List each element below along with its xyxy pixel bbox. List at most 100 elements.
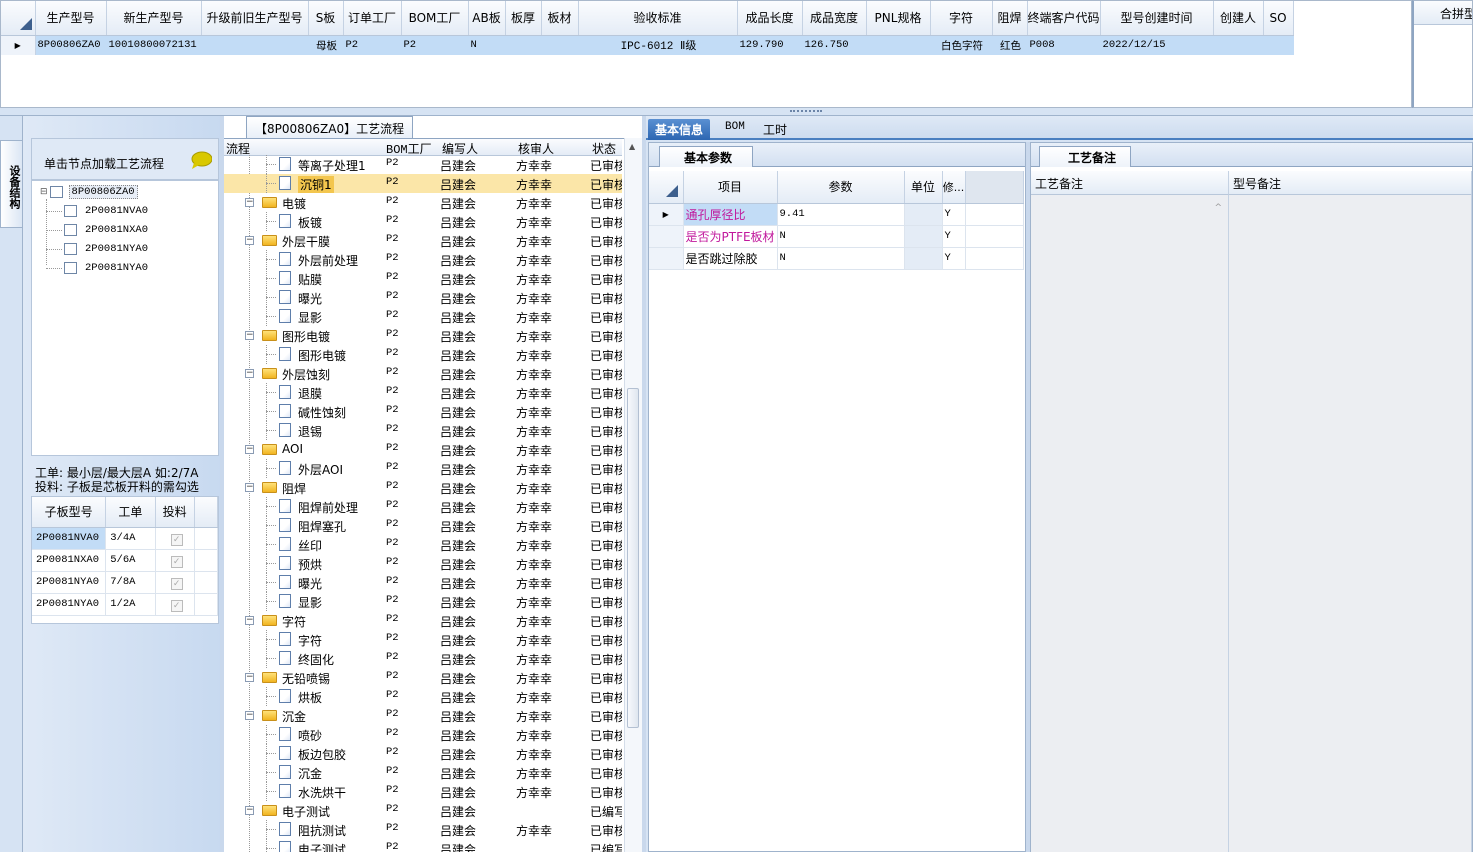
param-unit[interactable] xyxy=(904,225,943,248)
cell[interactable]: P2 xyxy=(401,35,469,55)
process-group-row[interactable]: − 外层蚀刻 P2 吕建会 方幸幸 已审核 xyxy=(224,364,622,383)
collapse-icon[interactable]: − xyxy=(245,711,254,720)
param-item[interactable]: 是否跳过除胶 xyxy=(683,247,778,270)
collapse-icon[interactable]: − xyxy=(245,616,254,625)
subboard-order[interactable]: 3/4A xyxy=(105,527,156,550)
tab-process-remarks[interactable]: 工艺备注 xyxy=(1039,146,1132,167)
col-header[interactable]: 型号创建时间 xyxy=(1100,1,1214,36)
feed-cell[interactable]: ✓ xyxy=(155,593,195,616)
process-step-row[interactable]: 沉金 P2 吕建会 方幸幸 已审核 xyxy=(224,763,622,782)
process-step-row[interactable]: 烘板 P2 吕建会 方幸幸 已审核 xyxy=(224,687,622,706)
cell[interactable]: 129.790 xyxy=(737,35,803,55)
param-unit[interactable] xyxy=(904,203,943,226)
process-step-row[interactable]: 阻焊塞孔 P2 吕建会 方幸幸 已审核 xyxy=(224,516,622,535)
process-step-row[interactable]: 退锡 P2 吕建会 方幸幸 已审核 xyxy=(224,421,622,440)
col-header[interactable]: 验收标准 xyxy=(578,1,738,36)
tree-root-node[interactable]: ⊟ 8P00806ZA0 xyxy=(40,184,138,200)
tab-basic-params[interactable]: 基本参数 xyxy=(659,146,754,167)
col-header[interactable]: 终端客户代码 xyxy=(1027,1,1101,36)
process-group-row[interactable]: − 沉金 P2 吕建会 方幸幸 已审核 xyxy=(224,706,622,725)
feed-checkbox[interactable]: ✓ xyxy=(170,577,183,590)
splitter-grip[interactable] xyxy=(790,110,822,113)
col-header[interactable]: SO xyxy=(1263,1,1294,36)
collapse-icon[interactable]: − xyxy=(245,445,254,454)
cell[interactable]: P008 xyxy=(1027,35,1101,55)
process-step-row[interactable]: 曝光 P2 吕建会 方幸幸 已审核 xyxy=(224,288,622,307)
col-modify[interactable]: 修... xyxy=(942,171,966,204)
col-header[interactable]: 成品长度 xyxy=(737,1,803,36)
subboard-model[interactable]: 2P0081NYA0 xyxy=(32,593,107,616)
cell[interactable]: 10010800072131 xyxy=(106,35,202,55)
col-header[interactable]: 订单工厂 xyxy=(343,1,402,36)
subboard-order[interactable]: 7/8A xyxy=(105,571,156,594)
feed-checkbox[interactable]: ✓ xyxy=(170,533,183,546)
param-row[interactable]: 是否为PTFE板材 N Y xyxy=(649,225,1024,248)
cell[interactable]: 白色字符 xyxy=(930,35,993,55)
col-item[interactable]: 项目 xyxy=(683,171,778,204)
process-step-row[interactable]: 喷砂 P2 吕建会 方幸幸 已审核 xyxy=(224,725,622,744)
process-step-row[interactable]: 水洗烘干 P2 吕建会 方幸幸 已审核 xyxy=(224,782,622,801)
col-header[interactable]: 板材 xyxy=(541,1,579,36)
col-header[interactable]: AB板 xyxy=(468,1,506,36)
grid-corner[interactable] xyxy=(1,1,36,36)
process-step-row[interactable]: 字符 P2 吕建会 方幸幸 已审核 xyxy=(224,630,622,649)
subboard-row[interactable]: 2P0081NVA0 3/4A ✓ xyxy=(32,527,219,550)
col-header[interactable]: 字符 xyxy=(930,1,993,36)
tab-basic-info[interactable]: 基本信息 xyxy=(648,119,711,140)
process-group-row[interactable]: − 电镀 P2 吕建会 方幸幸 已审核 xyxy=(224,193,622,212)
param-item[interactable]: 是否为PTFE板材 xyxy=(683,225,778,248)
cell[interactable] xyxy=(1263,35,1294,55)
process-step-row[interactable]: 丝印 P2 吕建会 方幸幸 已审核 xyxy=(224,535,622,554)
process-remark-field[interactable]: ^ xyxy=(1031,195,1229,852)
scroll-up-icon[interactable]: ^ xyxy=(1214,203,1222,213)
cell[interactable]: 2022/12/15 xyxy=(1100,35,1214,55)
cell[interactable] xyxy=(1213,35,1264,55)
process-step-row[interactable]: 电子测试 P2 吕建会 已编写 xyxy=(224,839,622,852)
col-header[interactable]: 成品宽度 xyxy=(802,1,867,36)
process-group-row[interactable]: − AOI P2 吕建会 方幸幸 已审核 xyxy=(224,440,622,459)
cell[interactable]: 126.750 xyxy=(802,35,867,55)
scroll-thumb[interactable] xyxy=(627,388,639,728)
process-group-row[interactable]: − 字符 P2 吕建会 方幸幸 已审核 xyxy=(224,611,622,630)
col-param[interactable]: 参数 xyxy=(777,171,905,204)
process-step-row[interactable]: 退膜 P2 吕建会 方幸幸 已审核 xyxy=(224,383,622,402)
param-value[interactable]: N xyxy=(777,225,905,248)
process-step-row[interactable]: 预烘 P2 吕建会 方幸幸 已审核 xyxy=(224,554,622,573)
col-header[interactable]: S板 xyxy=(308,1,344,36)
subboard-order[interactable]: 1/2A xyxy=(105,593,156,616)
process-step-row[interactable]: 曝光 P2 吕建会 方幸幸 已审核 xyxy=(224,573,622,592)
col-order[interactable]: 工单 xyxy=(105,497,156,528)
col-header[interactable]: 阻焊 xyxy=(992,1,1028,36)
scroll-up-icon[interactable]: ▲ xyxy=(629,142,635,151)
model-row[interactable]: ▶ 8P00806ZA0 10010800072131 母板 P2 P2 N IPC-601… xyxy=(1,35,1294,55)
cell[interactable]: 8P00806ZA0 xyxy=(35,35,107,55)
process-step-row[interactable]: 图形电镀 P2 吕建会 方幸幸 已审核 xyxy=(224,345,622,364)
process-step-row[interactable]: 终固化 P2 吕建会 方幸幸 已审核 xyxy=(224,649,622,668)
process-step-row[interactable]: 外层前处理 P2 吕建会 方幸幸 已审核 xyxy=(224,250,622,269)
subboard-order[interactable]: 5/6A xyxy=(105,549,156,572)
feed-checkbox[interactable]: ✓ xyxy=(170,599,183,612)
collapse-icon[interactable]: − xyxy=(245,236,254,245)
col-header[interactable]: BOM工厂 xyxy=(401,1,469,36)
col-header[interactable]: 板厚 xyxy=(505,1,542,36)
subboard-model[interactable]: 2P0081NYA0 xyxy=(32,571,107,594)
col-header[interactable]: 生产型号 xyxy=(35,1,107,36)
process-step-row[interactable]: 阻抗测试 P2 吕建会 方幸幸 已审核 xyxy=(224,820,622,839)
cell[interactable]: IPC-6012 Ⅱ级 xyxy=(578,35,738,55)
col-header[interactable]: 创建人 xyxy=(1213,1,1264,36)
param-modify[interactable]: Y xyxy=(942,247,966,270)
vertical-tab-structure[interactable]: 设备结构 xyxy=(0,140,22,228)
col-header[interactable]: 升级前旧生产型号 xyxy=(201,1,309,36)
process-step-row[interactable]: 碱性蚀刻 P2 吕建会 方幸幸 已审核 xyxy=(224,402,622,421)
param-row[interactable]: 是否跳过除胶 N Y xyxy=(649,247,1024,270)
param-row[interactable]: ▶ 通孔厚径比 9.41 Y xyxy=(649,203,1024,226)
col-subboard-model[interactable]: 子板型号 xyxy=(32,497,107,528)
process-group-row[interactable]: − 阻焊 P2 吕建会 方幸幸 已审核 xyxy=(224,478,622,497)
collapse-icon[interactable]: − xyxy=(245,369,254,378)
process-step-row[interactable]: 外层AOI P2 吕建会 方幸幸 已审核 xyxy=(224,459,622,478)
process-group-row[interactable]: − 图形电镀 P2 吕建会 方幸幸 已审核 xyxy=(224,326,622,345)
tree-child-node[interactable]: 2P0081NYA0 xyxy=(64,260,150,276)
feed-cell[interactable]: ✓ xyxy=(155,527,195,550)
collapse-icon[interactable]: − xyxy=(245,673,254,682)
cell[interactable] xyxy=(201,35,309,55)
